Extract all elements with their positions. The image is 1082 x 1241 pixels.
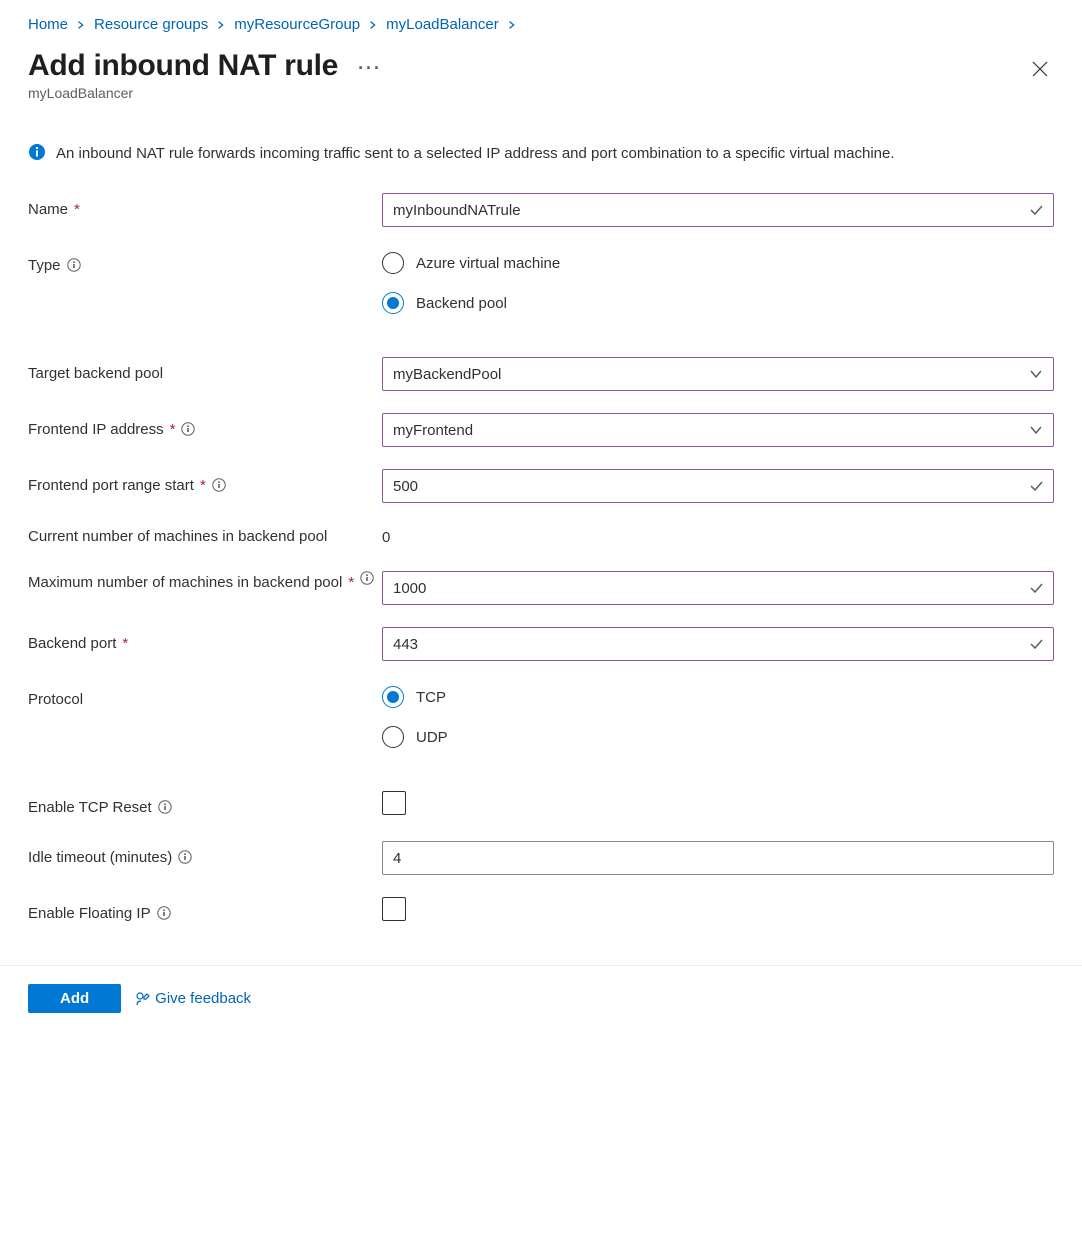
name-value: myInboundNATrule (393, 202, 1025, 219)
chevron-down-icon (1025, 423, 1043, 437)
protocol-option-tcp[interactable]: TCP (382, 683, 1054, 711)
help-icon[interactable] (181, 422, 195, 436)
tcp-reset-label: Enable TCP Reset (28, 799, 152, 816)
name-label: Name (28, 201, 68, 218)
add-button[interactable]: Add (28, 984, 121, 1013)
port-range-start-value: 500 (393, 478, 1025, 495)
page-subtitle: myLoadBalancer (28, 85, 382, 101)
help-icon[interactable] (158, 800, 172, 814)
name-input[interactable]: myInboundNATrule (382, 193, 1054, 227)
required-mark: * (200, 477, 206, 494)
idle-timeout-label: Idle timeout (minutes) (28, 849, 172, 866)
idle-timeout-value: 4 (393, 850, 1043, 867)
help-icon[interactable] (157, 906, 171, 920)
type-option-vm-label: Azure virtual machine (416, 255, 560, 272)
backend-port-value: 443 (393, 636, 1025, 653)
floating-ip-label: Enable Floating IP (28, 905, 151, 922)
page-title: Add inbound NAT rule (28, 49, 338, 83)
breadcrumb: Home Resource groups myResourceGroup myL… (28, 16, 1054, 33)
chevron-right-icon (216, 20, 226, 30)
info-banner-message: An inbound NAT rule forwards incoming tr… (56, 143, 895, 165)
type-label: Type (28, 257, 61, 274)
target-backend-pool-value: myBackendPool (393, 366, 1025, 383)
idle-timeout-input[interactable]: 4 (382, 841, 1054, 875)
help-icon[interactable] (212, 478, 226, 492)
protocol-option-tcp-label: TCP (416, 689, 446, 706)
breadcrumb-item[interactable]: Resource groups (94, 16, 208, 33)
frontend-ip-label: Frontend IP address (28, 421, 164, 438)
chevron-down-icon (1025, 367, 1043, 381)
required-mark: * (348, 571, 354, 595)
help-icon[interactable] (67, 258, 81, 272)
chevron-right-icon (76, 20, 86, 30)
port-range-start-label: Frontend port range start (28, 477, 194, 494)
current-machines-value: 0 (382, 525, 1054, 546)
form: Name * myInboundNATrule Type Azur (28, 193, 1054, 965)
target-backend-pool-label: Target backend pool (28, 365, 163, 382)
frontend-ip-value: myFrontend (393, 422, 1025, 439)
help-icon[interactable] (178, 850, 192, 864)
floating-ip-checkbox[interactable] (382, 897, 406, 921)
more-menu-button[interactable]: ··· (358, 59, 382, 77)
feedback-icon (135, 991, 151, 1007)
info-banner: An inbound NAT rule forwards incoming tr… (28, 143, 1054, 165)
max-machines-value: 1000 (393, 580, 1025, 597)
chevron-right-icon (368, 20, 378, 30)
frontend-ip-select[interactable]: myFrontend (382, 413, 1054, 447)
protocol-option-udp[interactable]: UDP (382, 723, 1054, 751)
check-icon (1025, 581, 1043, 595)
close-button[interactable] (1026, 55, 1054, 83)
current-machines-label: Current number of machines in backend po… (28, 525, 327, 549)
required-mark: * (170, 421, 176, 438)
breadcrumb-item[interactable]: myResourceGroup (234, 16, 360, 33)
backend-port-input[interactable]: 443 (382, 627, 1054, 661)
port-range-start-input[interactable]: 500 (382, 469, 1054, 503)
check-icon (1025, 203, 1043, 217)
breadcrumb-item[interactable]: myLoadBalancer (386, 16, 499, 33)
info-icon (28, 143, 46, 161)
type-option-pool[interactable]: Backend pool (382, 289, 1054, 317)
protocol-label: Protocol (28, 691, 83, 708)
page-header: Add inbound NAT rule ··· myLoadBalancer (28, 49, 1054, 139)
footer: Add Give feedback (0, 965, 1082, 1031)
check-icon (1025, 479, 1043, 493)
required-mark: * (122, 635, 128, 652)
give-feedback-link[interactable]: Give feedback (135, 990, 251, 1007)
breadcrumb-item[interactable]: Home (28, 16, 68, 33)
chevron-right-icon (507, 20, 517, 30)
give-feedback-label: Give feedback (155, 990, 251, 1007)
target-backend-pool-select[interactable]: myBackendPool (382, 357, 1054, 391)
tcp-reset-checkbox[interactable] (382, 791, 406, 815)
backend-port-label: Backend port (28, 635, 116, 652)
help-icon[interactable] (360, 571, 374, 585)
protocol-option-udp-label: UDP (416, 729, 448, 746)
max-machines-label: Maximum number of machines in backend po… (28, 571, 342, 595)
required-mark: * (74, 201, 80, 218)
max-machines-input[interactable]: 1000 (382, 571, 1054, 605)
type-option-pool-label: Backend pool (416, 295, 507, 312)
check-icon (1025, 637, 1043, 651)
type-option-vm[interactable]: Azure virtual machine (382, 249, 1054, 277)
